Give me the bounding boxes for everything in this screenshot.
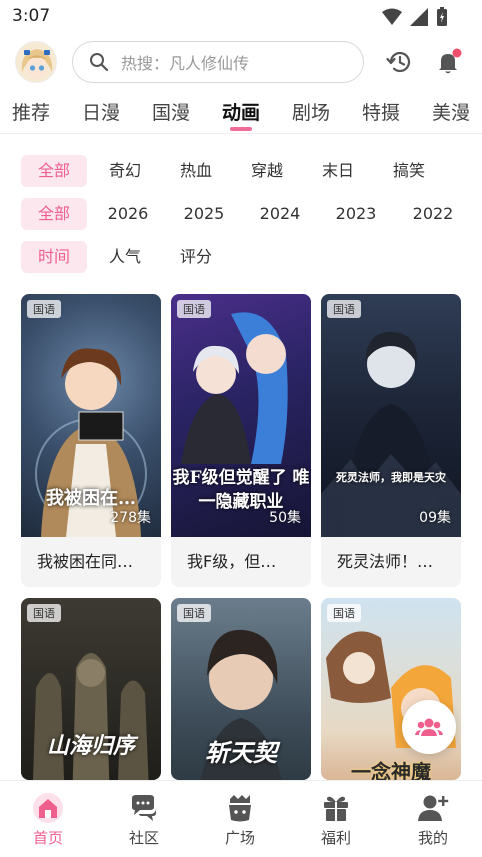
cover-title-text: 死灵法师，我即是天灾 — [336, 471, 446, 484]
battery-icon — [437, 7, 447, 26]
anime-card[interactable]: 国语 斩天契 — [171, 598, 311, 780]
nav-welfare[interactable]: 福利 — [301, 787, 371, 848]
anime-card[interactable]: 国语 一念神魔 — [321, 598, 461, 780]
nav-profile[interactable]: 我的 — [398, 787, 468, 848]
sort-popularity-chip[interactable]: 人气 — [100, 241, 150, 273]
nav-label: 广场 — [224, 829, 255, 847]
gift-icon — [324, 796, 348, 821]
genre-fantasy-chip[interactable]: 奇幻 — [100, 155, 150, 187]
group-icon — [415, 718, 443, 736]
tab-theater[interactable]: 剧场 — [292, 98, 330, 125]
nav-label: 社区 — [128, 829, 159, 847]
search-placeholder: 热搜：凡人修仙传 — [121, 54, 250, 73]
tab-tokusatsu[interactable]: 特摄 — [362, 98, 400, 125]
notification-bell-icon[interactable] — [434, 48, 462, 76]
year-all-chip[interactable]: 全部 — [21, 198, 87, 230]
card-title: 死灵法师！… — [337, 552, 434, 571]
status-bar: 3:07 — [0, 0, 482, 34]
nav-community[interactable]: 社区 — [109, 787, 179, 848]
episode-count: 50集 — [269, 510, 301, 526]
group-fab-button[interactable] — [402, 700, 456, 754]
genre-apocalypse-chip[interactable]: 末日 — [313, 155, 363, 187]
episode-count: 09集 — [419, 510, 451, 526]
genre-hot-blood-chip[interactable]: 热血 — [171, 155, 221, 187]
tab-animation[interactable]: 动画 — [222, 98, 260, 125]
tab-chinese-anime[interactable]: 国漫 — [152, 98, 190, 125]
genre-all-chip[interactable]: 全部 — [21, 155, 87, 187]
cover-image: 国语 我被困在… 278集 — [21, 294, 161, 537]
anime-card[interactable]: 国语 我F级但觉醒了 唯一隐藏职业 50集 我F级，但… — [171, 294, 311, 587]
cover-title-text: 斩天契 — [205, 738, 277, 767]
cover-title-text: 山海归序 — [46, 733, 135, 759]
year-filter-row: 全部 2026 2025 2024 2023 2022 — [0, 198, 482, 232]
card-title: 我F级，但… — [187, 552, 277, 571]
nav-label: 首页 — [32, 829, 63, 847]
cover-image: 国语 死灵法师，我即是天灾 09集 — [321, 294, 461, 537]
category-tabs: 推荐 日漫 国漫 动画 剧场 特摄 美漫 — [0, 92, 482, 134]
language-badge: 国语 — [27, 604, 61, 622]
profile-icon — [418, 795, 449, 821]
nav-plaza[interactable]: 广场 — [205, 787, 275, 848]
avatar[interactable] — [15, 41, 57, 83]
episode-count: 278集 — [110, 510, 151, 526]
language-badge: 国语 — [27, 300, 61, 318]
language-badge: 国语 — [327, 604, 361, 622]
search-bar[interactable]: 热搜：凡人修仙传 — [72, 41, 364, 83]
status-time: 3:07 — [12, 6, 51, 26]
tab-japanese-anime[interactable]: 日漫 — [82, 98, 120, 125]
language-badge: 国语 — [177, 604, 211, 622]
home-icon — [33, 793, 63, 823]
chat-bubbles-icon — [132, 795, 156, 821]
year-2023-chip[interactable]: 2023 — [330, 198, 382, 230]
language-badge: 国语 — [177, 300, 211, 318]
bottom-navigation: 首页 社区 广场 福利 我的 — [0, 780, 482, 857]
cover-image: 国语 山海归序 — [21, 598, 161, 780]
card-title: 我被困在同… — [37, 552, 134, 571]
sort-filter-row: 时间 人气 评分 — [0, 241, 482, 275]
nav-home[interactable]: 首页 — [13, 787, 83, 848]
cover-image: 国语 斩天契 — [171, 598, 311, 780]
header: 热搜：凡人修仙传 — [0, 36, 482, 90]
cover-image: 国语 一念神魔 — [321, 598, 461, 780]
anime-card[interactable]: 国语 死灵法师，我即是天灾 09集 死灵法师！… — [321, 294, 461, 587]
genre-time-travel-chip[interactable]: 穿越 — [242, 155, 292, 187]
genre-filter-row: 全部 奇幻 热血 穿越 末日 搞笑 — [0, 155, 482, 189]
plaza-icon — [229, 795, 251, 822]
year-2024-chip[interactable]: 2024 — [254, 198, 306, 230]
sort-time-chip[interactable]: 时间 — [21, 241, 87, 273]
nav-label: 我的 — [417, 829, 448, 847]
year-2026-chip[interactable]: 2026 — [102, 198, 154, 230]
cover-title-text: 一念神魔 — [351, 760, 431, 780]
active-tab-indicator — [230, 127, 252, 131]
year-2025-chip[interactable]: 2025 — [178, 198, 230, 230]
wifi-icon — [382, 8, 402, 25]
history-icon[interactable] — [386, 48, 414, 76]
genre-comedy-chip[interactable]: 搞笑 — [384, 155, 434, 187]
sort-rating-chip[interactable]: 评分 — [171, 241, 221, 273]
tab-recommend[interactable]: 推荐 — [12, 98, 50, 125]
nav-label: 福利 — [320, 829, 351, 847]
anime-card[interactable]: 国语 山海归序 — [21, 598, 161, 780]
anime-card[interactable]: 国语 我被困在… 278集 我被困在同… — [21, 294, 161, 587]
search-icon — [90, 53, 109, 72]
tab-american-comics[interactable]: 美漫 — [432, 98, 470, 125]
year-2022-chip[interactable]: 2022 — [407, 198, 459, 230]
cover-image: 国语 我F级但觉醒了 唯一隐藏职业 50集 — [171, 294, 311, 537]
language-badge: 国语 — [327, 300, 361, 318]
signal-icon — [410, 8, 428, 26]
status-icons — [382, 6, 448, 28]
